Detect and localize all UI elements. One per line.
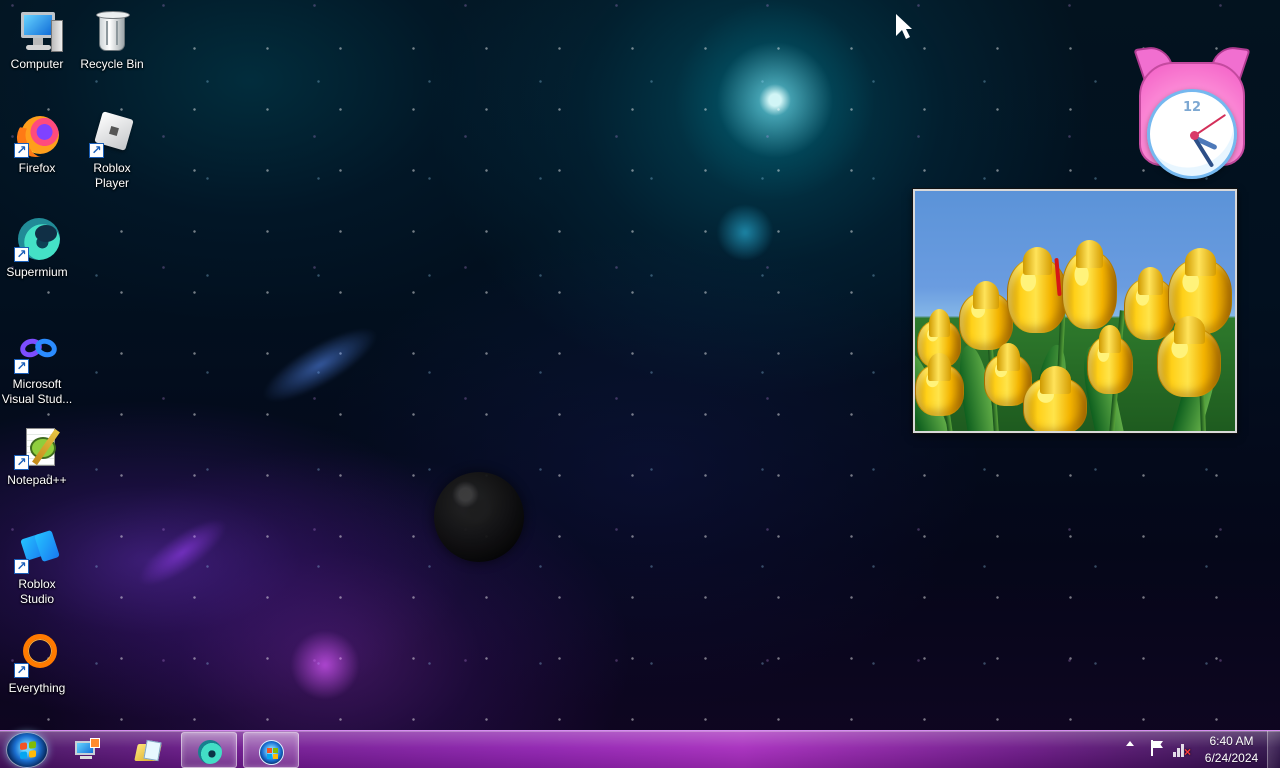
windows-desktop: Computer Recycle Bin ↗ Firefox ↗ Roblox … bbox=[0, 0, 1280, 768]
shortcut-arrow-icon: ↗ bbox=[14, 143, 29, 158]
cyan-star-cluster bbox=[715, 205, 775, 260]
yellow-tulip bbox=[1157, 316, 1221, 397]
recycle-bin-icon bbox=[88, 7, 136, 55]
desktop-icon-recycle-bin[interactable]: Recycle Bin bbox=[75, 7, 149, 72]
blue-nebula-streak bbox=[253, 315, 387, 415]
shortcut-arrow-icon: ↗ bbox=[14, 359, 29, 374]
supermium-icon bbox=[196, 739, 224, 764]
desktop-icon-visual-studio[interactable]: ↗ Microsoft Visual Stud... bbox=[0, 327, 74, 407]
purple-nebula-streak bbox=[129, 508, 236, 597]
yellow-tulip bbox=[915, 353, 964, 416]
file-explorer-icon bbox=[134, 738, 162, 763]
cat-clock-gadget[interactable]: 12 bbox=[1133, 45, 1251, 179]
taskbar-remote-desktop-button[interactable] bbox=[58, 732, 114, 768]
desktop-icon-computer[interactable]: Computer bbox=[0, 7, 74, 72]
start-button[interactable] bbox=[6, 732, 48, 768]
desktop-icon-everything[interactable]: ↗ Everything bbox=[0, 631, 74, 696]
system-date[interactable]: 6/24/2024 bbox=[1195, 751, 1268, 765]
yellow-tulip bbox=[959, 281, 1013, 350]
roblox-player-icon: ↗ bbox=[88, 111, 136, 159]
taskbar-file-explorer-button[interactable] bbox=[120, 732, 176, 768]
mouse-pointer-icon bbox=[896, 14, 912, 39]
clock-face: 12 bbox=[1147, 89, 1237, 179]
system-time[interactable]: 6:40 AM bbox=[1195, 734, 1268, 748]
clock-center-pin bbox=[1190, 131, 1199, 140]
yellow-tulip bbox=[1023, 366, 1087, 431]
roblox-studio-icon: ↗ bbox=[13, 527, 61, 575]
slideshow-gadget[interactable] bbox=[913, 189, 1237, 433]
desktop-icon-label: Computer bbox=[10, 57, 64, 71]
desktop-icon-label: Supermium bbox=[6, 265, 68, 279]
action-center-flag-icon[interactable] bbox=[1151, 740, 1165, 756]
desktop-icon-notepad-plus-plus[interactable]: ↗ Notepad++ bbox=[0, 423, 74, 488]
shortcut-arrow-icon: ↗ bbox=[14, 559, 29, 574]
taskbar-supermium-button[interactable] bbox=[181, 732, 237, 768]
desktop-icon-roblox-studio[interactable]: ↗ Roblox Studio bbox=[0, 527, 74, 607]
desktop-icon-supermium[interactable]: ↗ Supermium bbox=[0, 215, 74, 280]
network-disconnected-icon[interactable]: × bbox=[1172, 741, 1191, 758]
shortcut-arrow-icon: ↗ bbox=[89, 143, 104, 158]
yellow-tulip bbox=[1062, 240, 1117, 329]
desktop-icon-firefox[interactable]: ↗ Firefox bbox=[0, 111, 74, 176]
firefox-icon: ↗ bbox=[12, 111, 61, 162]
desktop-icon-label: Recycle Bin bbox=[80, 57, 144, 71]
remote-desktop-icon bbox=[72, 738, 100, 763]
shortcut-arrow-icon: ↗ bbox=[14, 455, 29, 470]
desktop-icon-label: Notepad++ bbox=[7, 473, 67, 487]
desktop-icon-label: Roblox Studio bbox=[18, 577, 56, 606]
desktop-icon-label: Everything bbox=[8, 681, 66, 695]
clock-number-twelve: 12 bbox=[1182, 100, 1202, 115]
notepad-plus-plus-icon: ↗ bbox=[13, 423, 61, 471]
system-tray: × 6:40 AM 6/24/2024 bbox=[1121, 731, 1280, 768]
desktop-icon-label: Firefox bbox=[18, 161, 56, 175]
windows-orb-icon bbox=[258, 739, 286, 765]
windows-start-icon bbox=[20, 740, 37, 760]
visual-studio-icon: ↗ bbox=[13, 327, 61, 375]
shortcut-arrow-icon: ↗ bbox=[14, 247, 29, 262]
shortcut-arrow-icon: ↗ bbox=[14, 663, 29, 678]
supermium-icon: ↗ bbox=[13, 215, 61, 263]
hidden-icons-arrow-icon[interactable] bbox=[1126, 741, 1134, 746]
taskbar-windows-button[interactable] bbox=[243, 732, 299, 768]
computer-icon bbox=[13, 7, 63, 55]
everything-search-icon: ↗ bbox=[13, 631, 61, 679]
violet-star-cluster bbox=[290, 630, 360, 700]
desktop-icon-roblox-player[interactable]: ↗ Roblox Player bbox=[75, 111, 149, 191]
desktop-icon-label: Roblox Player bbox=[93, 161, 131, 190]
taskbar: × 6:40 AM 6/24/2024 bbox=[0, 730, 1280, 768]
yellow-tulip bbox=[1087, 325, 1133, 394]
desktop-icon-label: Microsoft Visual Stud... bbox=[1, 377, 73, 406]
show-desktop-button[interactable] bbox=[1267, 731, 1280, 768]
dark-planet bbox=[434, 472, 524, 562]
